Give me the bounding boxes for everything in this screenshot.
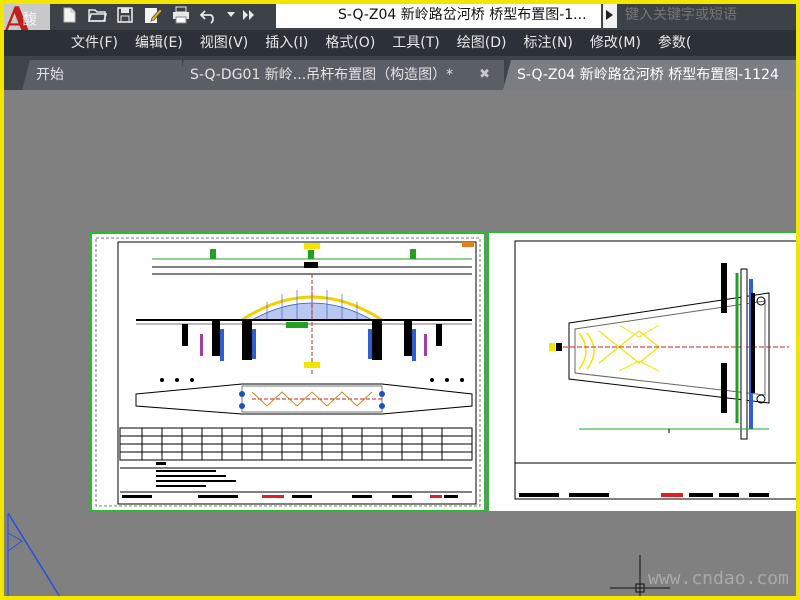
menu-file[interactable]: 文件(F): [66, 30, 123, 56]
layout-viewport-left[interactable]: [90, 232, 486, 512]
bridge-layout-drawing: [95, 237, 481, 507]
dropdown-arrow-icon[interactable]: [226, 4, 236, 26]
tab-drawing-dg01[interactable]: S-Q-DG01 新岭...吊杆布置图（构造图）* ✖: [176, 60, 504, 90]
abutment-plan-drawing: [514, 240, 800, 500]
tab-drawing-z04[interactable]: S-Q-Z04 新岭路岔河桥 桥型布置图-1124: [503, 60, 800, 90]
tab-label: S-Q-Z04 新岭路岔河桥 桥型布置图-1124: [517, 67, 779, 83]
new-file-icon[interactable]: [58, 4, 80, 26]
print-icon[interactable]: [170, 4, 192, 26]
menu-dimension[interactable]: 标注(N): [519, 30, 578, 56]
menu-parametric[interactable]: 参数(: [653, 30, 696, 56]
save-icon[interactable]: [114, 4, 136, 26]
ucs-icon: [7, 512, 61, 598]
menu-insert[interactable]: 插入(I): [260, 30, 313, 56]
site-watermark: www.cndao.com: [648, 568, 789, 589]
open-folder-icon[interactable]: [86, 4, 108, 26]
menu-bar: 文件(F) 编辑(E) 视图(V) 插入(I) 格式(O) 工具(T) 绘图(D…: [0, 30, 800, 56]
document-title: S-Q-Z04 新岭路岔河桥 桥型布置图-1...: [276, 2, 601, 28]
edit-document-icon[interactable]: [142, 4, 164, 26]
quick-access-toolbar: [58, 4, 256, 26]
more-icon[interactable]: [242, 4, 256, 26]
search-input[interactable]: [619, 2, 800, 28]
undo-icon[interactable]: [198, 4, 220, 26]
file-tab-bar: 开始 S-Q-DG01 新岭...吊杆布置图（构造图）* ✖ S-Q-Z04 新…: [0, 56, 800, 90]
menu-tools[interactable]: 工具(T): [387, 30, 444, 56]
info-expand-icon[interactable]: [603, 2, 617, 28]
tab-start[interactable]: 开始: [22, 60, 182, 90]
title-bar: A 馥龙网 S-Q-Z04 新岭路岔河桥 桥型布置图-1...: [0, 0, 800, 70]
tab-label: 开始: [36, 67, 64, 83]
tab-label: S-Q-DG01 新岭...吊杆布置图（构造图）*: [190, 67, 454, 83]
menu-modify[interactable]: 修改(M): [585, 30, 646, 56]
layout-viewport-right[interactable]: [488, 232, 800, 512]
close-tab-icon[interactable]: ✖: [479, 60, 490, 90]
menu-draw[interactable]: 绘图(D): [452, 30, 512, 56]
menu-edit[interactable]: 编辑(E): [130, 30, 188, 56]
menu-view[interactable]: 视图(V): [195, 30, 254, 56]
menu-format[interactable]: 格式(O): [320, 30, 380, 56]
